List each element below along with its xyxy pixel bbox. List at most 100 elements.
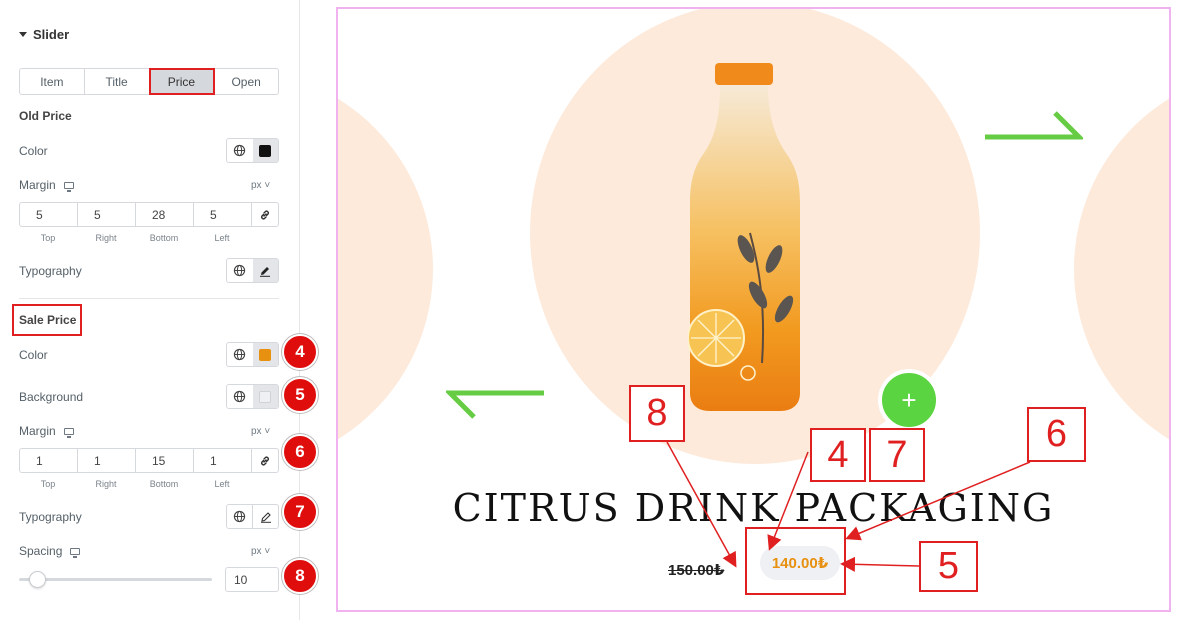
style-tabs: Item Title Price Open (19, 68, 279, 95)
margin-top-input[interactable]: 5 (20, 203, 78, 226)
open-plus-button[interactable]: + (878, 369, 940, 431)
margin-bottom-input[interactable]: 28 (136, 203, 194, 226)
global-colors-button[interactable] (227, 139, 253, 162)
globe-icon (233, 510, 246, 523)
settings-panel: Slider Item Title Price Open Old Price C… (0, 0, 300, 620)
sale-price-highlight-box (745, 527, 846, 595)
sale-price-typography-label: Typography (19, 510, 82, 524)
sale-price-color-control (226, 342, 279, 367)
link-icon (261, 210, 269, 219)
global-fonts-button[interactable] (227, 505, 252, 528)
margin-left-input[interactable]: 5 (194, 203, 252, 226)
unit-label: px (251, 546, 262, 557)
margin-label-text: Margin (19, 424, 56, 438)
dim-label-left: Left (214, 233, 230, 243)
slider-preview: + CITRUS DRINK PACKAGING 150.00₺ 140.00₺ (336, 7, 1171, 612)
dim-label-right: Right (95, 233, 117, 243)
old-price-color-label: Color (19, 144, 48, 158)
app-root: Slider Item Title Price Open Old Price C… (0, 0, 1181, 620)
desktop-icon[interactable] (70, 548, 81, 558)
spacing-label-text: Spacing (19, 544, 63, 558)
caret-down-icon (19, 32, 27, 37)
dim-label-bottom: Bottom (149, 479, 179, 489)
tab-item[interactable]: Item (20, 69, 85, 94)
globe-icon (234, 144, 246, 157)
edit-typography-button[interactable] (252, 505, 278, 528)
globe-icon (234, 264, 246, 277)
callout-6: 6 (1027, 407, 1086, 462)
spacing-slider-thumb[interactable] (29, 571, 46, 588)
margin-label-text: Margin (19, 178, 56, 192)
step-badge-5: 5 (282, 377, 318, 413)
unit-label: px (251, 426, 262, 437)
desktop-icon[interactable] (63, 428, 74, 438)
link-values-button[interactable] (252, 203, 278, 226)
sale-price-typography-control (226, 504, 279, 529)
margin-bottom-input[interactable]: 15 (136, 449, 194, 472)
sale-price-color-label: Color (19, 348, 48, 362)
unit-select[interactable]: px ˅ (251, 546, 270, 557)
next-slide-bubble (1074, 69, 1169, 469)
margin-dim-labels: Top Right Bottom Left (19, 479, 251, 489)
sale-price-background-control (226, 384, 279, 409)
global-colors-button[interactable] (227, 385, 253, 408)
tab-price[interactable]: Price (148, 68, 216, 95)
unit-select[interactable]: px ˅ (251, 180, 270, 191)
slide-title: CITRUS DRINK PACKAGING (452, 486, 1055, 530)
callout-4: 4 (810, 428, 866, 482)
sale-price-color-picker[interactable] (252, 343, 278, 366)
old-price-typography-control (226, 258, 279, 283)
step-badge-7: 7 (282, 494, 318, 530)
sale-price-heading: Sale Price (19, 313, 77, 327)
callout-5: 5 (919, 541, 978, 592)
sale-price-background-label: Background (19, 390, 84, 404)
prev-arrow-icon[interactable] (446, 389, 546, 421)
sale-price-background-picker[interactable] (252, 385, 278, 408)
old-price-margin-inputs: 5 5 28 5 (19, 202, 279, 227)
section-title: Slider (33, 27, 70, 42)
sale-price-color-swatch (259, 348, 272, 361)
step-badge-6: 6 (282, 434, 318, 470)
next-arrow-icon[interactable] (983, 109, 1083, 141)
tab-open[interactable]: Open (214, 69, 278, 94)
margin-right-input[interactable]: 5 (78, 203, 136, 226)
sale-price-margin-label: Margin (19, 424, 74, 438)
sale-price-spacing-label: Spacing (19, 544, 81, 558)
sale-price-background-swatch (259, 390, 272, 403)
link-icon (261, 456, 269, 465)
old-price-color-picker[interactable] (252, 139, 278, 162)
callout-8: 8 (629, 385, 685, 442)
dim-label-bottom: Bottom (149, 233, 179, 243)
dim-label-left: Left (214, 479, 230, 489)
spacing-input[interactable]: 10 (225, 567, 279, 592)
link-values-button[interactable] (252, 449, 278, 472)
desktop-icon[interactable] (63, 182, 74, 192)
unit-label: px (251, 180, 262, 191)
bottle-image (688, 63, 800, 411)
old-price-heading: Old Price (19, 109, 72, 123)
old-price-color-swatch (259, 144, 272, 157)
margin-top-input[interactable]: 1 (20, 449, 78, 472)
step-badge-8: 8 (282, 558, 318, 594)
global-fonts-button[interactable] (227, 259, 253, 282)
globe-icon (234, 348, 246, 361)
dim-label-top: Top (40, 479, 56, 489)
old-price-typography-label: Typography (19, 264, 82, 278)
unit-select[interactable]: px ˅ (251, 426, 270, 437)
section-toggle-slider[interactable]: Slider (19, 27, 69, 42)
margin-left-input[interactable]: 1 (194, 449, 252, 472)
prev-slide-bubble (338, 69, 433, 469)
step-badge-4: 4 (282, 334, 318, 370)
callout-7: 7 (869, 428, 925, 482)
old-price: 150.00₺ (668, 562, 725, 579)
old-price-color-control (226, 138, 279, 163)
dim-label-top: Top (40, 233, 56, 243)
margin-dim-labels: Top Right Bottom Left (19, 233, 251, 243)
spacing-slider-track[interactable] (19, 578, 212, 581)
tab-title[interactable]: Title (85, 69, 150, 94)
edit-typography-button[interactable] (252, 259, 278, 282)
pencil-icon (260, 266, 271, 277)
dim-label-right: Right (95, 479, 117, 489)
global-colors-button[interactable] (227, 343, 253, 366)
margin-right-input[interactable]: 1 (78, 449, 136, 472)
